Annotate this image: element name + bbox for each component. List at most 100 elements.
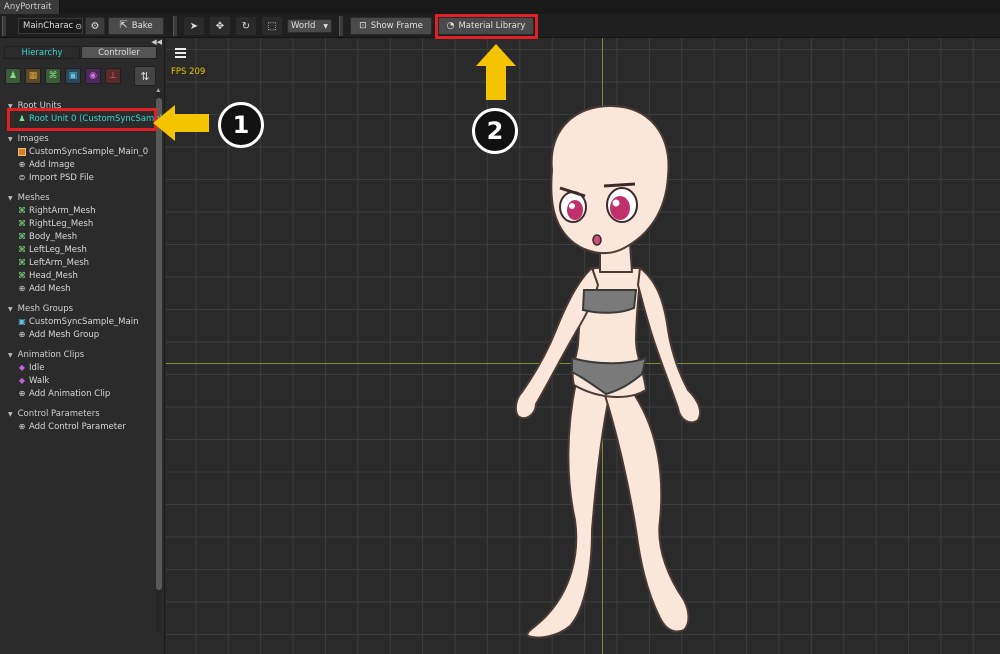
scrollbar[interactable]: [156, 92, 162, 632]
export-icon: ⇱: [119, 20, 128, 31]
animation-filter-icon[interactable]: ◉: [85, 68, 101, 84]
rotate-tool-button[interactable]: ↻: [236, 17, 256, 35]
tree-item-label: Add Animation Clip: [29, 389, 111, 399]
fps-counter: FPS 209: [171, 67, 206, 77]
move-icon: ✥: [215, 20, 225, 32]
tree-item-label: CustomSyncSample_Main: [29, 317, 139, 327]
tree-item-label: CustomSyncSample_Main_0: [29, 147, 149, 157]
tree-item-add-mesh-group[interactable]: ⊕ Add Mesh Group: [18, 330, 99, 340]
tree-item-label: LeftArm_Mesh: [29, 258, 90, 268]
target-picker-icon[interactable]: ⊙: [75, 22, 82, 31]
scrollbar-thumb[interactable]: [156, 98, 162, 590]
title-strip: [0, 0, 1000, 14]
tree-item-mesh[interactable]: ⌘ RightLeg_Mesh: [18, 219, 93, 229]
mesh-icon: ⌘: [18, 219, 26, 228]
section-title: Meshes: [17, 193, 50, 203]
section-title: Images: [17, 134, 49, 144]
chevron-down-icon: ▼: [323, 22, 328, 30]
show-frame-button[interactable]: ⊡ Show Frame: [350, 17, 432, 35]
tree-item-add-image[interactable]: ⊕ Add Image: [18, 160, 75, 170]
scene-viewport[interactable]: [166, 38, 1000, 654]
tab-hierarchy[interactable]: Hierarchy: [4, 46, 80, 59]
tree-item-label: Import PSD File: [29, 173, 94, 183]
tree-item-add-mesh[interactable]: ⊕ Add Mesh: [18, 284, 71, 294]
scale-tool-button[interactable]: ⬚: [262, 17, 282, 35]
tree-item-mesh-group[interactable]: ▣ CustomSyncSample_Main: [18, 317, 138, 327]
tree-item-mesh[interactable]: ⌘ Head_Mesh: [18, 271, 78, 281]
tree-item-image[interactable]: CustomSyncSample_Main_0: [18, 147, 148, 157]
section-meshes[interactable]: ▼ Meshes: [8, 193, 50, 203]
tree-item-add-control-parameter[interactable]: ⊕ Add Control Parameter: [18, 422, 126, 432]
mesh-icon: ⌘: [18, 206, 26, 215]
highlight-material-library: [435, 14, 538, 39]
import-icon: ⊜: [18, 173, 26, 182]
mesh-icon: ⌘: [18, 232, 26, 241]
section-mesh-groups[interactable]: ▼ Mesh Groups: [8, 304, 73, 314]
mesh-icon: ⌘: [18, 271, 26, 280]
tree-item-label: Add Mesh Group: [29, 330, 100, 340]
sort-button[interactable]: ⇅: [134, 66, 156, 86]
toolbar-separator: [339, 16, 343, 36]
bake-button[interactable]: ⇱ Bake: [108, 17, 164, 35]
add-icon: ⊕: [18, 422, 26, 431]
mesh-filter-icon[interactable]: ⌘: [45, 68, 61, 84]
target-field[interactable]: MainCharac ⊙: [18, 18, 83, 34]
step-badge-1: 1: [218, 102, 264, 148]
tree-item-label: RightLeg_Mesh: [29, 219, 94, 229]
add-icon: ⊕: [18, 330, 26, 339]
tree-item-label: RightArm_Mesh: [29, 206, 96, 216]
tree-item-label: Walk: [29, 376, 50, 386]
add-icon: ⊕: [18, 389, 26, 398]
viewport-menu-button[interactable]: [172, 46, 190, 64]
tree-item-animation[interactable]: ◆ Idle: [18, 363, 45, 373]
add-icon: ⊕: [18, 284, 26, 293]
animation-clip-icon: ◆: [18, 376, 26, 385]
select-tool-button[interactable]: ➤: [184, 17, 204, 35]
tree-item-mesh[interactable]: ⌘ RightArm_Mesh: [18, 206, 95, 216]
tree-item-label: Add Control Parameter: [29, 422, 126, 432]
root-unit-filter-icon[interactable]: ♟: [5, 68, 21, 84]
tree-item-import-psd[interactable]: ⊜ Import PSD File: [18, 173, 94, 183]
highlight-root-unit: [7, 108, 157, 131]
tree-item-mesh[interactable]: ⌘ Body_Mesh: [18, 232, 77, 242]
tree-item-label: Head_Mesh: [29, 271, 78, 281]
show-frame-label: Show Frame: [370, 21, 423, 31]
tree-item-label: Add Image: [29, 160, 75, 170]
section-title: Control Parameters: [17, 409, 100, 419]
mesh-icon: ⌘: [18, 245, 26, 254]
scale-icon: ⬚: [267, 20, 277, 32]
section-title: Animation Clips: [17, 350, 85, 360]
tree-item-label: Body_Mesh: [29, 232, 78, 242]
move-tool-button[interactable]: ✥: [210, 17, 230, 35]
tree-item-label: Add Mesh: [29, 284, 71, 294]
mesh-group-filter-icon[interactable]: ▣: [65, 68, 81, 84]
mesh-icon: ⌘: [18, 258, 26, 267]
tree-item-label: Idle: [29, 363, 45, 373]
window-tab[interactable]: AnyPortrait: [0, 0, 60, 14]
section-control-parameters[interactable]: ▼ Control Parameters: [8, 409, 100, 419]
section-images[interactable]: ▼ Images: [8, 134, 49, 144]
arrow-up-icon: [476, 44, 516, 100]
sort-icon: ⇅: [140, 69, 150, 83]
toolbar-grip: [2, 16, 6, 36]
tab-controller[interactable]: Controller: [81, 46, 157, 59]
mesh-group-icon: ▣: [18, 317, 26, 326]
toolbar-separator: [173, 16, 177, 36]
tree-item-mesh[interactable]: ⌘ LeftLeg_Mesh: [18, 245, 87, 255]
add-icon: ⊕: [18, 160, 26, 169]
arrow-left-icon: [153, 105, 209, 141]
collapse-panel-icon[interactable]: ◀◀: [151, 38, 162, 46]
settings-button[interactable]: ⚙: [85, 17, 105, 35]
section-animation-clips[interactable]: ▼ Animation Clips: [8, 350, 84, 360]
target-field-value: MainCharac: [23, 21, 74, 31]
animation-clip-icon: ◆: [18, 363, 26, 372]
tree-item-add-animation[interactable]: ⊕ Add Animation Clip: [18, 389, 111, 399]
frame-icon: ⊡: [359, 21, 367, 31]
tree-item-animation[interactable]: ◆ Walk: [18, 376, 49, 386]
image-filter-icon[interactable]: ▦: [25, 68, 41, 84]
parameter-filter-icon[interactable]: ⊥: [105, 68, 121, 84]
tree-item-mesh[interactable]: ⌘ LeftArm_Mesh: [18, 258, 89, 268]
space-dropdown[interactable]: World ▼: [287, 19, 332, 33]
bake-label: Bake: [131, 21, 153, 31]
image-icon: [18, 148, 26, 156]
